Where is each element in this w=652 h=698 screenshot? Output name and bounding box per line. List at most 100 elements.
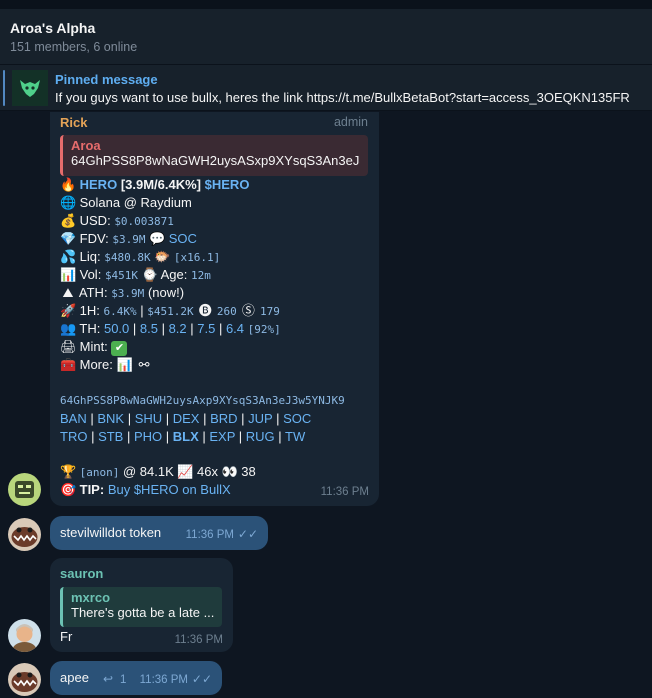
message-author[interactable]: sauron bbox=[60, 566, 103, 581]
chart-icon: 📊 bbox=[60, 267, 77, 282]
avatar-sauron[interactable] bbox=[8, 619, 41, 652]
message-sauron[interactable]: sauron mxrco There's gotta be a late ...… bbox=[50, 558, 233, 652]
token-name-link[interactable]: HERO bbox=[80, 177, 118, 192]
link-ban[interactable]: BAN bbox=[60, 411, 87, 426]
pinned-message-bar[interactable]: Pinned message If you guys want to use b… bbox=[0, 65, 652, 111]
anon-user[interactable]: [anon] bbox=[80, 466, 120, 479]
message-rick[interactable]: Rick admin Aroa 64GhPSS8P8wNaGWH2uysASxp… bbox=[50, 112, 379, 506]
age-value: 12m bbox=[190, 269, 211, 282]
h1-buys: 260 bbox=[216, 305, 237, 318]
buy-b-icon: 🅑 bbox=[198, 303, 212, 318]
pinned-text[interactable]: If you guys want to use bullx, heres the… bbox=[55, 90, 630, 105]
chat-title: Aroa's Alpha bbox=[10, 20, 96, 36]
link-soc[interactable]: SOC bbox=[283, 411, 311, 426]
printer-icon: 🖨 bbox=[60, 339, 77, 354]
reply-arrow-icon[interactable]: ↩ bbox=[103, 672, 113, 686]
link-brd[interactable]: BRD bbox=[210, 411, 237, 426]
liq-label: Liq: bbox=[79, 249, 101, 264]
soc-link[interactable]: SOC bbox=[169, 231, 197, 246]
pinned-indicator bbox=[3, 70, 5, 106]
link-tro[interactable]: TRO bbox=[60, 429, 87, 444]
vol-label: Vol: bbox=[79, 267, 102, 282]
chat-header[interactable]: Aroa's Alpha 151 members, 6 online bbox=[0, 9, 652, 65]
window-top-strip bbox=[0, 0, 652, 9]
message-time: 11:36 PM bbox=[174, 634, 223, 646]
usd-value: $0.003871 bbox=[114, 215, 174, 228]
link-bnk[interactable]: BNK bbox=[97, 411, 124, 426]
more-label: More: bbox=[79, 357, 113, 372]
anon-mc: @ 84.1K bbox=[123, 464, 174, 479]
th-label: TH: bbox=[79, 321, 101, 336]
link-dex[interactable]: DEX bbox=[173, 411, 200, 426]
ath-note: (now!) bbox=[147, 285, 185, 300]
avatar-rick[interactable] bbox=[8, 473, 41, 506]
message-list[interactable]: Rick admin Aroa 64GhPSS8P8wNaGWH2uysASxp… bbox=[0, 112, 652, 698]
message-time: 11:36 PM bbox=[185, 529, 234, 541]
th-value[interactable]: 6.4 bbox=[226, 321, 244, 336]
money-bag-icon: 💰 bbox=[60, 213, 77, 228]
link-pho[interactable]: PHO bbox=[134, 429, 162, 444]
reply-count[interactable]: 1 bbox=[120, 674, 126, 686]
link-blx[interactable]: BLX bbox=[173, 429, 199, 444]
message-text: apee bbox=[60, 670, 89, 685]
tip-link[interactable]: Buy $HERO on BullX bbox=[108, 482, 231, 497]
h1-volume: $451.2K bbox=[147, 305, 194, 318]
th-value[interactable]: 50.0 bbox=[104, 321, 129, 336]
target-icon: 🎯 bbox=[60, 482, 77, 497]
reply-quote[interactable]: mxrco There's gotta be a late ... bbox=[60, 587, 222, 627]
message-text: stevilwilldot token bbox=[60, 525, 162, 540]
anon-row: 🏆 [anon] @ 84.1K 📈 46x 👀 38 bbox=[60, 463, 372, 481]
usd-label: USD: bbox=[79, 213, 111, 228]
link-stb[interactable]: STB bbox=[98, 429, 123, 444]
message-outgoing-apee[interactable]: apee ↩ 1 11:36 PM ✓✓ bbox=[50, 661, 222, 695]
eyes-icon: 👀 bbox=[221, 464, 238, 479]
reply-author: mxrco bbox=[71, 590, 111, 605]
h1-sells: 179 bbox=[259, 305, 280, 318]
reply-text: 64GhPSS8P8wNaGWH2uysASxp9XYsqS3An3eJ3... bbox=[71, 153, 360, 168]
th-value[interactable]: 8.5 bbox=[140, 321, 158, 336]
th-value[interactable]: 8.2 bbox=[169, 321, 187, 336]
bar-chart-icon[interactable]: 📊 bbox=[116, 356, 132, 374]
th-value[interactable]: 7.5 bbox=[197, 321, 215, 336]
liq-multiplier: [x16.1] bbox=[173, 251, 221, 264]
tip-label: TIP: bbox=[79, 482, 105, 497]
reply-text: There's gotta be a late ... bbox=[71, 605, 214, 620]
holders-icon: 👥 bbox=[60, 321, 77, 336]
speech-icon: 💬 bbox=[149, 231, 166, 246]
message-author[interactable]: Rick bbox=[60, 115, 87, 130]
link-exp[interactable]: EXP bbox=[209, 429, 235, 444]
token-tag-link[interactable]: $HERO bbox=[205, 177, 250, 192]
chat-member-count: 151 members, 6 online bbox=[10, 40, 138, 54]
pinned-thumbnail-icon bbox=[12, 70, 48, 106]
reply-quote[interactable]: Aroa 64GhPSS8P8wNaGWH2uysASxp9XYsqS3An3e… bbox=[60, 135, 368, 176]
age-label: Age: bbox=[160, 267, 188, 282]
contract-address[interactable]: 64GhPSS8P8wNaGWH2uysAxp9XYsqS3An3eJ3w5YN… bbox=[60, 394, 345, 407]
vol-value: $451K bbox=[104, 269, 139, 282]
token-stats: [3.9M/6.4K%] bbox=[120, 177, 202, 192]
chain-text: Solana @ Raydium bbox=[79, 195, 192, 210]
pinned-title: Pinned message bbox=[55, 72, 158, 87]
rocket-icon: 🚀 bbox=[60, 303, 77, 318]
check-icon: ✔ bbox=[111, 341, 128, 356]
avatar-user[interactable] bbox=[8, 663, 41, 696]
double-check-icon: ✓✓ bbox=[191, 672, 212, 686]
link-tw[interactable]: TW bbox=[285, 429, 305, 444]
tip-row: 🎯 TIP: Buy $HERO on BullX bbox=[60, 481, 310, 499]
message-text: Fr bbox=[60, 629, 73, 644]
link-jup[interactable]: JUP bbox=[248, 411, 272, 426]
message-outgoing-token[interactable]: stevilwilldot token 11:36 PM ✓✓ bbox=[50, 516, 268, 550]
link-icon[interactable]: ⚯ bbox=[136, 356, 152, 374]
globe-icon: 🌐 bbox=[60, 195, 77, 210]
avatar-user[interactable] bbox=[8, 518, 41, 551]
diamond-icon: 💎 bbox=[60, 231, 77, 246]
reply-author: Aroa bbox=[71, 138, 101, 153]
trend-up-icon: 📈 bbox=[177, 464, 194, 479]
message-time: 11:36 PM bbox=[139, 674, 188, 686]
fish-icon: 🐡 bbox=[154, 249, 171, 264]
link-shu[interactable]: SHU bbox=[135, 411, 162, 426]
trophy-icon: 🏆 bbox=[60, 464, 77, 479]
liq-value: $480.8K bbox=[104, 251, 151, 264]
mountain-icon: ⛰ bbox=[62, 285, 74, 300]
link-rug[interactable]: RUG bbox=[246, 429, 275, 444]
links-row-1: BAN | BNK | SHU | DEX | BRD | JUP | SOC bbox=[60, 411, 312, 426]
